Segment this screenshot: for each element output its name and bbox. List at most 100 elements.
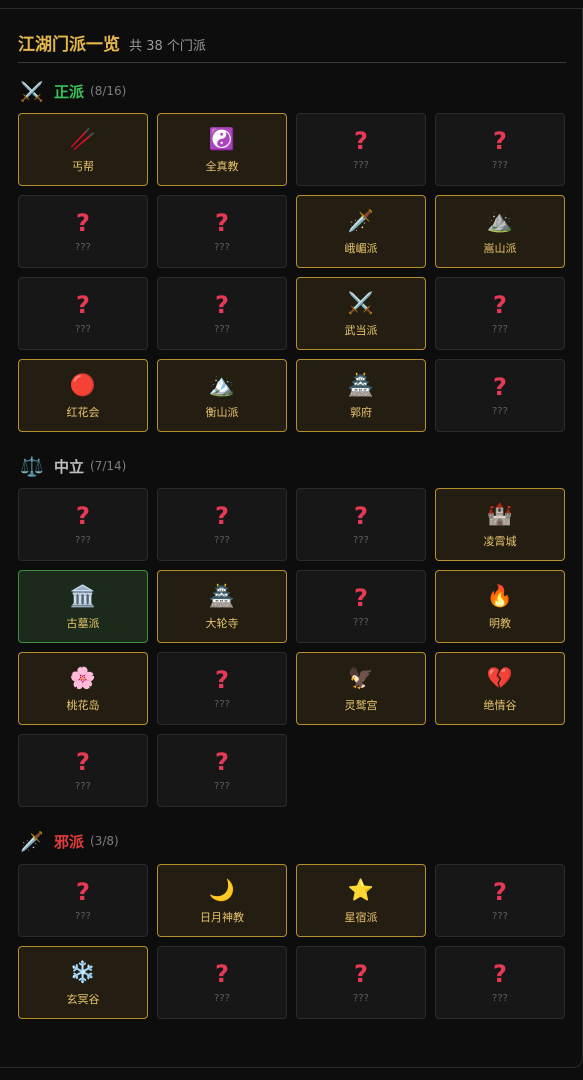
question-mark-icon: ? [215,502,229,530]
snowflake-icon: ❄️ [69,959,97,984]
sect-name: 日月神教 [200,910,244,924]
sect-card[interactable]: 🦅 灵鹫宫 [296,652,426,725]
sect-card[interactable]: ???? [157,946,287,1019]
sect-card[interactable]: ???? [435,359,565,432]
sect-card[interactable]: ???? [18,488,148,561]
japanese-castle-icon: 🏯 [208,583,236,608]
sect-card[interactable]: 🥢 丐帮 [18,113,148,186]
dagger-icon: 🗡️ [347,208,375,233]
sect-card[interactable]: ☯️ 全真教 [157,113,287,186]
sect-card[interactable]: ⛰️ 嵩山派 [435,195,565,268]
sect-card[interactable]: ???? [18,734,148,807]
sect-card[interactable]: 🌙 日月神教 [157,864,287,937]
sect-card[interactable]: ???? [296,488,426,561]
sect-card[interactable]: 🏔️ 衡山派 [157,359,287,432]
castle-icon: 🏰 [486,501,514,526]
sect-card[interactable]: ???? [296,113,426,186]
sect-name: ??? [75,781,91,792]
sect-name: ??? [492,911,508,922]
sect-card[interactable]: ❄️ 玄冥谷 [18,946,148,1019]
category-name: 中立 [54,457,85,476]
sect-card[interactable]: ???? [157,734,287,807]
sect-card[interactable]: ???? [435,864,565,937]
sect-card[interactable]: ⭐ 星宿派 [296,864,426,937]
sect-card[interactable]: ???? [157,277,287,350]
sect-card[interactable]: 🔴 红花会 [18,359,148,432]
yin-yang-icon: ☯️ [208,126,236,151]
panel-header: 江湖门派一览 共 38 个门派 [18,30,566,63]
sect-name: 大轮寺 [205,616,239,630]
sect-name: ??? [492,160,508,171]
sect-grid-evil: ???? 🌙 日月神教 ⭐ 星宿派???? ❄️ 玄冥谷???????????? [18,864,566,1019]
sect-card[interactable]: ???? [435,946,565,1019]
question-mark-icon: ? [76,209,90,237]
sect-card[interactable]: 🏯 大轮寺 [157,570,287,643]
sect-card[interactable]: ???? [435,277,565,350]
sect-name: 峨嵋派 [344,241,378,255]
sect-card[interactable]: 🏰 凌霄城 [435,488,565,561]
eagle-icon: 🦅 [347,665,375,690]
fire-icon: 🔥 [486,583,514,608]
sect-name: 桃花岛 [66,698,100,712]
broken-heart-icon: 💔 [486,665,514,690]
classical-building-icon: 🏛️ [69,583,97,608]
sect-card[interactable]: 🗡️ 峨嵋派 [296,195,426,268]
question-mark-icon: ? [76,748,90,776]
sect-name: 武当派 [344,323,378,337]
sect-card[interactable]: ⚔️ 武当派 [296,277,426,350]
question-mark-icon: ? [493,373,507,401]
sect-name: ??? [492,324,508,335]
page-title: 江湖门派一览 [18,35,120,55]
crossed-swords-icon: ⚔️ [20,80,44,103]
category-header-righteous: ⚔️ 正派 (8/16) [20,79,126,103]
sect-name: 嵩山派 [483,241,517,255]
question-mark-icon: ? [76,878,90,906]
sect-card[interactable]: 🏯 郭府 [296,359,426,432]
sect-name: ??? [492,993,508,1004]
dagger-icon: 🗡️ [20,830,44,853]
sect-name: ??? [353,617,369,628]
castle-icon: 🏯 [347,372,375,397]
sect-name: ??? [353,535,369,546]
question-mark-icon: ? [76,291,90,319]
sect-name: ??? [75,324,91,335]
crossed-swords-icon: ⚔️ [347,290,375,315]
chopsticks-icon: 🥢 [69,126,97,151]
sect-name: ??? [214,535,230,546]
sect-grid-neutral: ???????????? 🏰 凌霄城 🏛️ 古墓派 🏯 大轮寺???? 🔥 明教 🌸 桃花岛????… [18,488,566,807]
question-mark-icon: ? [76,502,90,530]
balance-scale-icon: ⚖️ [20,455,44,478]
sect-card[interactable]: ???? [157,652,287,725]
sect-card[interactable]: ???? [18,277,148,350]
sect-name: 星宿派 [344,910,378,924]
sect-name: 绝情谷 [483,698,517,712]
sect-name: 郭府 [350,405,372,419]
sect-card[interactable]: ???? [18,195,148,268]
question-mark-icon: ? [354,502,368,530]
sect-name: 衡山派 [205,405,239,419]
question-mark-icon: ? [493,127,507,155]
sect-name: ??? [75,242,91,253]
sect-card[interactable]: ???? [296,946,426,1019]
sect-name: 丐帮 [72,159,94,173]
sect-card[interactable]: ???? [435,113,565,186]
sect-card[interactable]: ???? [18,864,148,937]
question-mark-icon: ? [215,960,229,988]
cherry-blossom-icon: 🌸 [69,665,97,690]
sect-card[interactable]: ???? [157,195,287,268]
mountain-icon: ⛰️ [486,208,514,233]
category-count: (3/8) [90,834,119,848]
sect-card[interactable]: ???? [157,488,287,561]
category-name: 邪派 [54,832,85,851]
sect-card[interactable]: 🏛️ 古墓派 [18,570,148,643]
sect-grid-righteous: 🥢 丐帮 ☯️ 全真教???????????????? 🗡️ 峨嵋派 ⛰️ 嵩山派??????… [18,113,566,432]
sect-card[interactable]: 🌸 桃花岛 [18,652,148,725]
question-mark-icon: ? [215,209,229,237]
category-name: 正派 [54,82,85,101]
sect-card[interactable]: 💔 绝情谷 [435,652,565,725]
sect-name: 凌霄城 [483,534,517,548]
sect-name: ??? [214,324,230,335]
sect-name: ??? [214,242,230,253]
sect-card[interactable]: ???? [296,570,426,643]
sect-card[interactable]: 🔥 明教 [435,570,565,643]
